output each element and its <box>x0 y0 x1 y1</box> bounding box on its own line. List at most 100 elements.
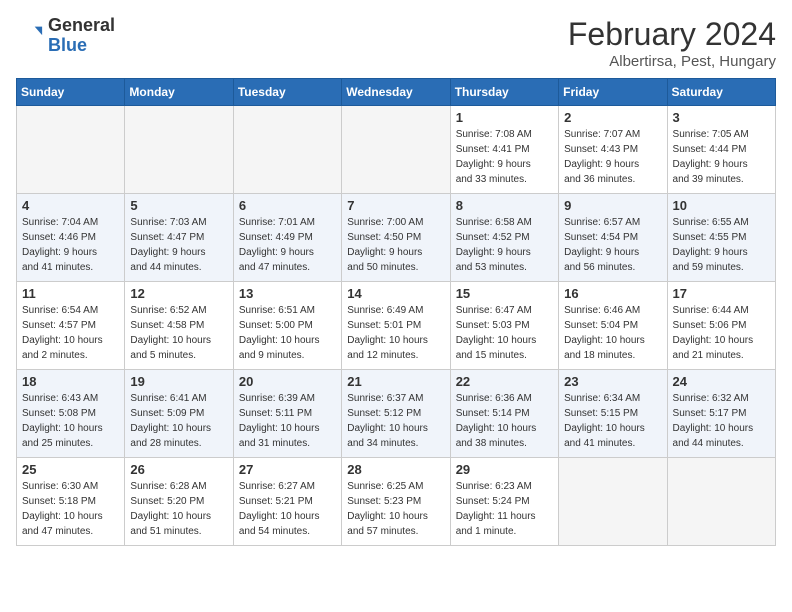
day-number: 19 <box>130 374 227 389</box>
calendar-cell: 19 Sunrise: 6:41 AM Sunset: 5:09 PM Dayli… <box>125 370 233 458</box>
day-number: 22 <box>456 374 553 389</box>
col-header-sunday: Sunday <box>17 79 125 106</box>
day-number: 11 <box>22 286 119 301</box>
logo-icon <box>16 22 44 50</box>
calendar-cell: 22 Sunrise: 6:36 AM Sunset: 5:14 PM Dayli… <box>450 370 558 458</box>
week-row-3: 11 Sunrise: 6:54 AM Sunset: 4:57 PM Dayli… <box>17 282 776 370</box>
day-info: Sunrise: 7:04 AM Sunset: 4:46 PM Dayligh… <box>22 215 119 275</box>
day-number: 16 <box>564 286 661 301</box>
calendar-cell: 17 Sunrise: 6:44 AM Sunset: 5:06 PM Dayli… <box>667 282 775 370</box>
col-header-tuesday: Tuesday <box>233 79 341 106</box>
calendar-cell: 4 Sunrise: 7:04 AM Sunset: 4:46 PM Daylig… <box>17 194 125 282</box>
col-header-thursday: Thursday <box>450 79 558 106</box>
day-info: Sunrise: 6:27 AM Sunset: 5:21 PM Dayligh… <box>239 479 336 539</box>
calendar-cell: 15 Sunrise: 6:47 AM Sunset: 5:03 PM Dayli… <box>450 282 558 370</box>
month-title: February 2024 <box>568 16 776 53</box>
day-number: 7 <box>347 198 444 213</box>
calendar-cell: 29 Sunrise: 6:23 AM Sunset: 5:24 PM Dayli… <box>450 458 558 546</box>
calendar-cell: 2 Sunrise: 7:07 AM Sunset: 4:43 PM Daylig… <box>559 106 667 194</box>
calendar-cell: 11 Sunrise: 6:54 AM Sunset: 4:57 PM Dayli… <box>17 282 125 370</box>
day-info: Sunrise: 6:51 AM Sunset: 5:00 PM Dayligh… <box>239 303 336 363</box>
calendar-cell: 9 Sunrise: 6:57 AM Sunset: 4:54 PM Daylig… <box>559 194 667 282</box>
day-info: Sunrise: 6:41 AM Sunset: 5:09 PM Dayligh… <box>130 391 227 451</box>
day-number: 6 <box>239 198 336 213</box>
col-header-monday: Monday <box>125 79 233 106</box>
page-header: General Blue February 2024 Albertirsa, P… <box>16 16 776 70</box>
calendar-cell: 18 Sunrise: 6:43 AM Sunset: 5:08 PM Dayli… <box>17 370 125 458</box>
calendar-cell: 8 Sunrise: 6:58 AM Sunset: 4:52 PM Daylig… <box>450 194 558 282</box>
day-info: Sunrise: 6:43 AM Sunset: 5:08 PM Dayligh… <box>22 391 119 451</box>
day-info: Sunrise: 6:28 AM Sunset: 5:20 PM Dayligh… <box>130 479 227 539</box>
day-info: Sunrise: 6:57 AM Sunset: 4:54 PM Dayligh… <box>564 215 661 275</box>
calendar-cell: 26 Sunrise: 6:28 AM Sunset: 5:20 PM Dayli… <box>125 458 233 546</box>
day-info: Sunrise: 6:23 AM Sunset: 5:24 PM Dayligh… <box>456 479 553 539</box>
day-info: Sunrise: 6:37 AM Sunset: 5:12 PM Dayligh… <box>347 391 444 451</box>
location-title: Albertirsa, Pest, Hungary <box>568 53 776 70</box>
day-info: Sunrise: 6:47 AM Sunset: 5:03 PM Dayligh… <box>456 303 553 363</box>
day-info: Sunrise: 6:55 AM Sunset: 4:55 PM Dayligh… <box>673 215 770 275</box>
calendar-cell <box>559 458 667 546</box>
week-row-5: 25 Sunrise: 6:30 AM Sunset: 5:18 PM Dayli… <box>17 458 776 546</box>
day-info: Sunrise: 6:36 AM Sunset: 5:14 PM Dayligh… <box>456 391 553 451</box>
day-number: 23 <box>564 374 661 389</box>
calendar-cell <box>17 106 125 194</box>
col-header-wednesday: Wednesday <box>342 79 450 106</box>
day-number: 1 <box>456 110 553 125</box>
day-number: 27 <box>239 462 336 477</box>
day-number: 9 <box>564 198 661 213</box>
calendar-cell: 14 Sunrise: 6:49 AM Sunset: 5:01 PM Dayli… <box>342 282 450 370</box>
col-header-friday: Friday <box>559 79 667 106</box>
day-info: Sunrise: 7:03 AM Sunset: 4:47 PM Dayligh… <box>130 215 227 275</box>
day-info: Sunrise: 6:25 AM Sunset: 5:23 PM Dayligh… <box>347 479 444 539</box>
day-info: Sunrise: 6:30 AM Sunset: 5:18 PM Dayligh… <box>22 479 119 539</box>
calendar-cell <box>233 106 341 194</box>
week-row-4: 18 Sunrise: 6:43 AM Sunset: 5:08 PM Dayli… <box>17 370 776 458</box>
day-info: Sunrise: 6:49 AM Sunset: 5:01 PM Dayligh… <box>347 303 444 363</box>
day-number: 2 <box>564 110 661 125</box>
day-number: 21 <box>347 374 444 389</box>
day-info: Sunrise: 6:46 AM Sunset: 5:04 PM Dayligh… <box>564 303 661 363</box>
day-number: 5 <box>130 198 227 213</box>
day-number: 17 <box>673 286 770 301</box>
day-number: 4 <box>22 198 119 213</box>
day-number: 13 <box>239 286 336 301</box>
day-number: 15 <box>456 286 553 301</box>
calendar-cell: 1Sunrise: 7:08 AM Sunset: 4:41 PM Daylig… <box>450 106 558 194</box>
calendar-cell: 3Sunrise: 7:05 AM Sunset: 4:44 PM Daylig… <box>667 106 775 194</box>
day-number: 29 <box>456 462 553 477</box>
day-number: 8 <box>456 198 553 213</box>
day-number: 28 <box>347 462 444 477</box>
day-number: 25 <box>22 462 119 477</box>
day-number: 18 <box>22 374 119 389</box>
calendar-cell: 25 Sunrise: 6:30 AM Sunset: 5:18 PM Dayli… <box>17 458 125 546</box>
calendar-table: SundayMondayTuesdayWednesdayThursdayFrid… <box>16 78 776 546</box>
day-info: Sunrise: 7:01 AM Sunset: 4:49 PM Dayligh… <box>239 215 336 275</box>
calendar-cell: 21 Sunrise: 6:37 AM Sunset: 5:12 PM Dayli… <box>342 370 450 458</box>
day-info: Sunrise: 7:00 AM Sunset: 4:50 PM Dayligh… <box>347 215 444 275</box>
day-info: Sunrise: 7:05 AM Sunset: 4:44 PM Dayligh… <box>673 127 770 187</box>
day-number: 14 <box>347 286 444 301</box>
calendar-cell <box>125 106 233 194</box>
calendar-cell: 16 Sunrise: 6:46 AM Sunset: 5:04 PM Dayli… <box>559 282 667 370</box>
calendar-cell: 27 Sunrise: 6:27 AM Sunset: 5:21 PM Dayli… <box>233 458 341 546</box>
week-row-2: 4 Sunrise: 7:04 AM Sunset: 4:46 PM Daylig… <box>17 194 776 282</box>
calendar-cell: 7 Sunrise: 7:00 AM Sunset: 4:50 PM Daylig… <box>342 194 450 282</box>
day-info: Sunrise: 6:32 AM Sunset: 5:17 PM Dayligh… <box>673 391 770 451</box>
day-info: Sunrise: 6:34 AM Sunset: 5:15 PM Dayligh… <box>564 391 661 451</box>
logo-text: General Blue <box>48 16 115 56</box>
calendar-cell: 23 Sunrise: 6:34 AM Sunset: 5:15 PM Dayli… <box>559 370 667 458</box>
day-info: Sunrise: 7:07 AM Sunset: 4:43 PM Dayligh… <box>564 127 661 187</box>
day-info: Sunrise: 6:54 AM Sunset: 4:57 PM Dayligh… <box>22 303 119 363</box>
day-info: Sunrise: 6:39 AM Sunset: 5:11 PM Dayligh… <box>239 391 336 451</box>
day-info: Sunrise: 6:58 AM Sunset: 4:52 PM Dayligh… <box>456 215 553 275</box>
title-block: February 2024 Albertirsa, Pest, Hungary <box>568 16 776 70</box>
calendar-cell: 5 Sunrise: 7:03 AM Sunset: 4:47 PM Daylig… <box>125 194 233 282</box>
logo: General Blue <box>16 16 115 56</box>
day-number: 26 <box>130 462 227 477</box>
day-info: Sunrise: 6:44 AM Sunset: 5:06 PM Dayligh… <box>673 303 770 363</box>
day-info: Sunrise: 6:52 AM Sunset: 4:58 PM Dayligh… <box>130 303 227 363</box>
day-number: 20 <box>239 374 336 389</box>
calendar-cell: 12 Sunrise: 6:52 AM Sunset: 4:58 PM Dayli… <box>125 282 233 370</box>
calendar-cell: 20 Sunrise: 6:39 AM Sunset: 5:11 PM Dayli… <box>233 370 341 458</box>
day-number: 12 <box>130 286 227 301</box>
